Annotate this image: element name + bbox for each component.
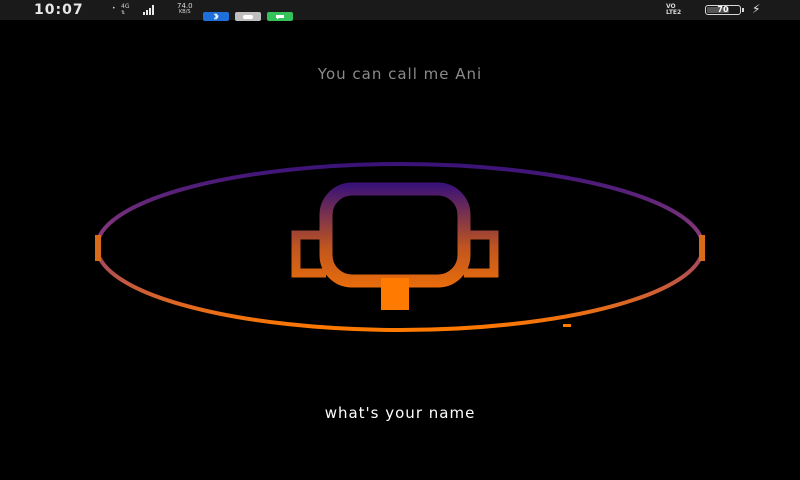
microphone-icon (291, 182, 499, 310)
ring-bottom-mark (563, 324, 571, 327)
ring-right-tick (699, 235, 705, 261)
voice-assistant-screen: 10:07 • 4G ⇅ 74.0 KB/S VO LTE2 70 ⚡ You … (0, 0, 800, 480)
user-query-text: what's your name (324, 404, 476, 422)
signal-strength-icon (143, 5, 154, 15)
data-rate: 74.0 KB/S (177, 3, 193, 15)
status-time: 10:07 (34, 2, 84, 18)
ring-left-tick (95, 235, 101, 261)
assistant-intro-text: You can call me Ani (317, 65, 483, 83)
battery-icon: 70 (705, 5, 741, 15)
data-arrows-icon: ⇅ (121, 10, 126, 16)
volte-bottom: LTE2 (666, 9, 682, 16)
charging-icon: ⚡ (752, 2, 761, 16)
battery-level: 70 (717, 5, 729, 14)
status-bar: 10:07 • 4G ⇅ 74.0 KB/S VO LTE2 70 ⚡ (0, 0, 800, 21)
vibrate-dot-icon: • (112, 5, 116, 12)
mic-button[interactable] (90, 155, 710, 345)
bluetooth-icon (203, 6, 229, 21)
battery-cap (742, 8, 744, 12)
data-rate-unit: KB/S (179, 9, 191, 15)
volte-indicator: VO LTE2 (666, 4, 681, 16)
gamepad-icon (235, 6, 261, 21)
chat-icon (267, 6, 293, 21)
